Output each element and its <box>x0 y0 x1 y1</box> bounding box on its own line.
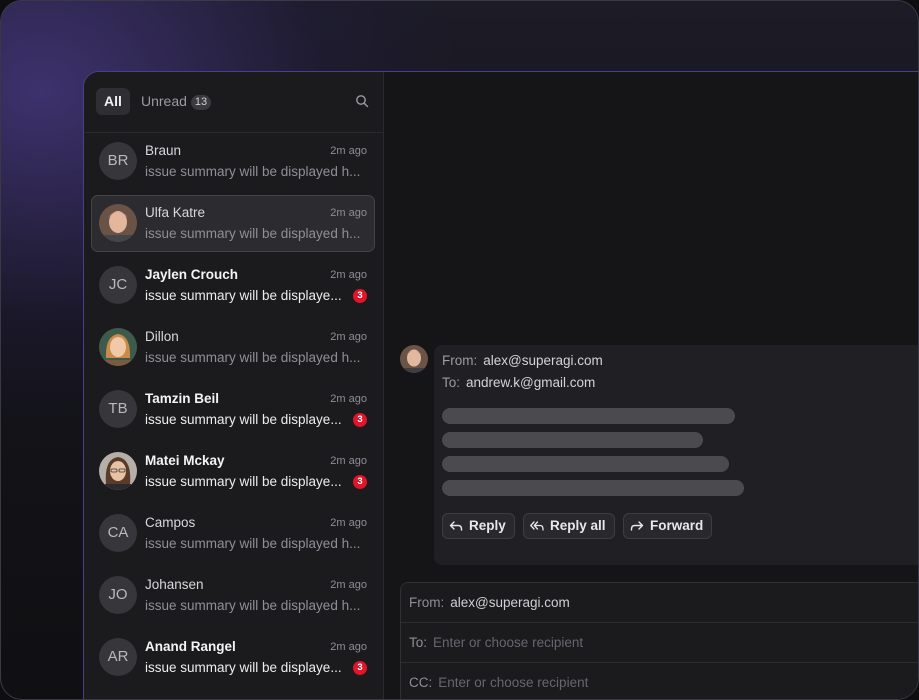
forward-label: Forward <box>650 518 704 533</box>
contact-name: Campos <box>145 515 196 530</box>
message-snippet: issue summary will be displaye... <box>145 288 342 303</box>
avatar <box>99 452 137 490</box>
timestamp: 2m ago <box>330 517 367 529</box>
compose-to-input[interactable]: Enter or choose recipient <box>433 635 583 650</box>
message-snippet: issue summary will be displaye... <box>145 660 342 675</box>
contact-name: Ulfa Katre <box>145 205 206 220</box>
compose-to-label: To: <box>409 635 428 650</box>
contact-name: Matei Mckay <box>145 453 225 468</box>
reply-all-icon <box>530 521 544 531</box>
avatar-initials: JO <box>99 576 137 614</box>
avatar-initials: JC <box>99 266 137 304</box>
conversation-item[interactable]: BR Braun 2m ago issue summary will be displ… <box>84 133 383 195</box>
from-label: From: <box>442 353 478 368</box>
sender-avatar <box>400 345 428 373</box>
conversation-sidebar: All Unread 13 BR Braun 2m ago issue summary … <box>84 72 384 699</box>
to-address: andrew.k@gmail.com <box>466 375 596 390</box>
conversation-item[interactable]: Matei Mckay 2m ago issue summary will be d… <box>84 443 383 505</box>
conversation-item[interactable]: Dillon 2m ago issue summary will be displa… <box>84 319 383 381</box>
conversation-item[interactable]: Ulfa Katre 2m ago issue summary will be di… <box>84 195 383 257</box>
reply-all-button[interactable]: Reply all <box>523 513 615 539</box>
conversation-list: BR Braun 2m ago issue summary will be displ… <box>84 133 383 691</box>
message-snippet: issue summary will be displayed h... <box>145 598 361 613</box>
unread-badge: 3 <box>353 661 367 675</box>
message-snippet: issue summary will be displayed h... <box>145 226 361 241</box>
forward-icon <box>630 521 644 531</box>
compose-from-label: From: <box>409 595 445 610</box>
compose-from-row: From: alex@superagi.com <box>401 583 918 623</box>
compose-cc-label: CC: <box>409 675 433 690</box>
avatar-initials: AR <box>99 638 137 676</box>
message-snippet: issue summary will be displayed h... <box>145 350 361 365</box>
compose-from-value[interactable]: alex@superagi.com <box>450 595 570 610</box>
unread-badge: 3 <box>353 475 367 489</box>
avatar-initials: CA <box>99 514 137 552</box>
contact-name: Tamzin Beil <box>145 391 220 406</box>
reply-label: Reply <box>469 518 506 533</box>
timestamp: 2m ago <box>330 207 367 219</box>
conversation-item[interactable]: AR Anand Rangel 2m ago issue summary will b… <box>84 629 383 691</box>
avatar-initials: BR <box>99 142 137 180</box>
conversation-item[interactable]: TB Tamzin Beil 2m ago issue summary will be… <box>84 381 383 443</box>
reply-button[interactable]: Reply <box>442 513 515 539</box>
from-address: alex@superagi.com <box>483 353 603 368</box>
window-frame: All Unread 13 BR Braun 2m ago issue summary … <box>0 0 919 700</box>
timestamp: 2m ago <box>330 331 367 343</box>
unread-count-badge: 13 <box>190 95 212 110</box>
unread-badge: 3 <box>353 413 367 427</box>
body-placeholder-line <box>442 456 729 472</box>
message-snippet: issue summary will be displayed h... <box>145 164 361 179</box>
avatar <box>99 204 137 242</box>
to-label: To: <box>442 375 461 390</box>
timestamp: 2m ago <box>330 455 367 467</box>
unread-badge: 3 <box>353 289 367 303</box>
message-pane: From: alex@superagi.com To: andrew.k@gmail… <box>384 72 918 699</box>
conversation-item[interactable]: JC Jaylen Crouch 2m ago issue summary will … <box>84 257 383 319</box>
timestamp: 2m ago <box>330 269 367 281</box>
compose-to-row[interactable]: To: Enter or choose recipient <box>401 623 918 663</box>
tab-all[interactable]: All <box>96 88 130 115</box>
message-from: From: alex@superagi.com <box>442 353 603 368</box>
timestamp: 2m ago <box>330 579 367 591</box>
message-snippet: issue summary will be displaye... <box>145 412 342 427</box>
message-card: From: alex@superagi.com To: andrew.k@gmail… <box>434 345 918 565</box>
message-snippet: issue summary will be displayed h... <box>145 536 361 551</box>
inbox-app: All Unread 13 BR Braun 2m ago issue summary … <box>83 71 918 699</box>
contact-name: Anand Rangel <box>145 639 236 654</box>
body-placeholder-line <box>442 480 744 496</box>
conversation-item[interactable]: JO Johansen 2m ago issue summary will be di… <box>84 567 383 629</box>
timestamp: 2m ago <box>330 641 367 653</box>
conversation-item[interactable]: CA Campos 2m ago issue summary will be disp… <box>84 505 383 567</box>
contact-name: Johansen <box>145 577 204 592</box>
message-to: To: andrew.k@gmail.com <box>442 375 595 390</box>
compose-panel: From: alex@superagi.com To: Enter or choos… <box>400 582 918 699</box>
avatar-initials: TB <box>99 390 137 428</box>
body-placeholder-line <box>442 408 735 424</box>
tab-unread[interactable]: Unread 13 <box>141 88 212 115</box>
timestamp: 2m ago <box>330 393 367 405</box>
avatar <box>99 328 137 366</box>
compose-cc-row[interactable]: CC: Enter or choose recipient <box>401 663 918 699</box>
contact-name: Jaylen Crouch <box>145 267 239 282</box>
timestamp: 2m ago <box>330 145 367 157</box>
forward-button[interactable]: Forward <box>623 513 713 539</box>
message-snippet: issue summary will be displaye... <box>145 474 342 489</box>
contact-name: Dillon <box>145 329 179 344</box>
sidebar-header: All Unread 13 <box>84 72 383 133</box>
search-icon[interactable] <box>355 94 369 108</box>
tab-unread-label: Unread <box>141 93 187 109</box>
reply-all-label: Reply all <box>550 518 606 533</box>
compose-cc-input[interactable]: Enter or choose recipient <box>438 675 588 690</box>
reply-icon <box>449 521 463 531</box>
contact-name: Braun <box>145 143 182 158</box>
body-placeholder-line <box>442 432 703 448</box>
